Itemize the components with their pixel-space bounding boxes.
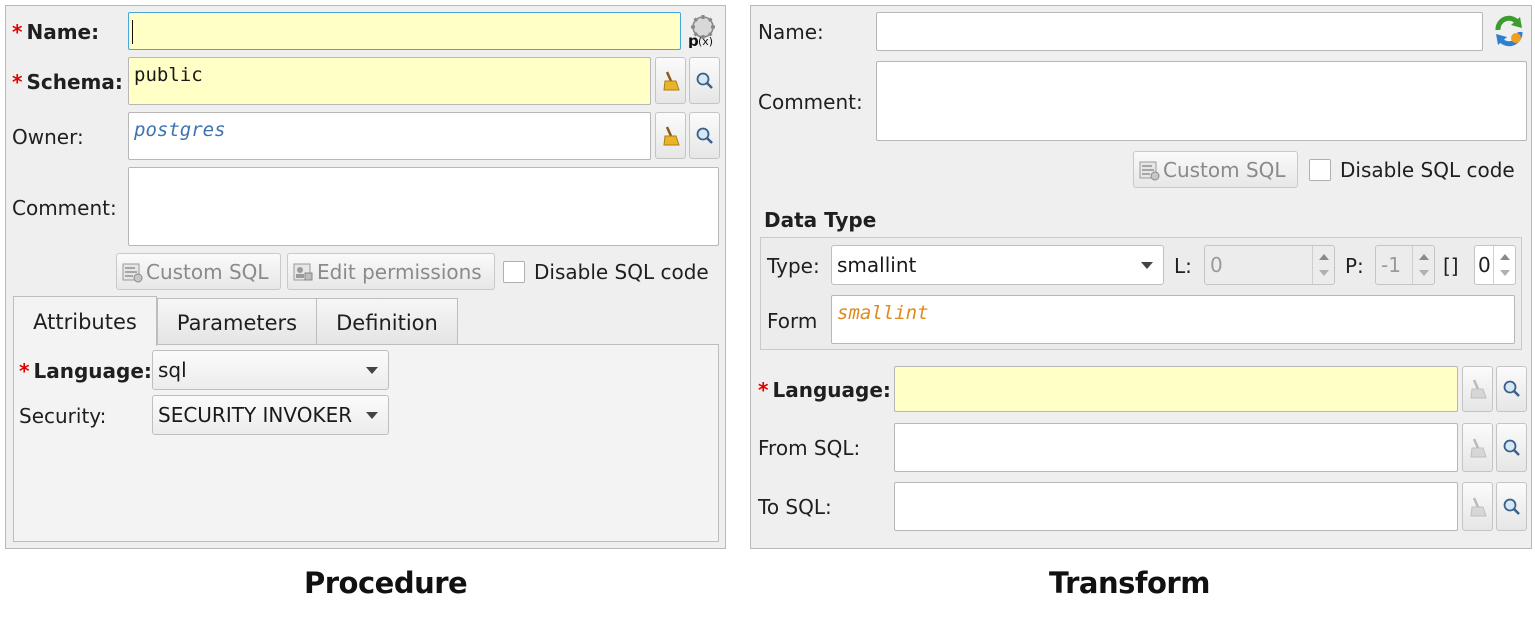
permissions-icon [293,263,313,280]
parameter-generator-icon[interactable]: p (x) [686,14,720,50]
data-type-group: Type: smallint L: 0 P: -1 [] 0 Form smal… [760,237,1522,350]
spin-up-icon[interactable] [1500,254,1510,260]
dimension-label: [] [1443,254,1459,278]
magnifier-icon [696,127,713,144]
select-owner-button[interactable] [689,112,720,159]
clear-language-button[interactable] [1462,366,1493,412]
edit-permissions-button[interactable]: Edit permissions [287,253,495,290]
broom-icon [1469,496,1487,516]
spin-down-icon[interactable] [1500,270,1510,276]
schema-input[interactable]: public [128,57,651,105]
clear-to-sql-button[interactable] [1462,482,1493,531]
custom-sql-button[interactable]: Custom SQL [1133,151,1298,188]
length-spinbox[interactable]: 0 [1204,245,1335,285]
security-label: Security: [19,404,107,428]
broom-icon [1469,379,1487,399]
chevron-down-icon [366,367,378,374]
text-cursor [132,20,133,44]
transform-form-panel: Name: Comment: Custom SQL Disable SQL co… [750,5,1532,549]
type-label: Type: [767,254,820,278]
spin-up-icon[interactable] [1319,254,1329,260]
type-select[interactable]: smallint [831,245,1164,285]
tab-parameters[interactable]: Parameters [157,298,317,346]
sync-arrows-icon[interactable] [1492,14,1526,48]
disable-sql-checkbox[interactable] [503,261,525,283]
to-sql-label: To SQL: [758,495,832,519]
length-label: L: [1174,254,1192,278]
spin-down-icon[interactable] [1319,270,1329,276]
select-schema-button[interactable] [689,57,720,104]
comment-textarea[interactable] [876,61,1527,141]
broom-icon [662,125,680,145]
disable-sql-label[interactable]: Disable SQL code [1340,158,1515,182]
select-from-sql-button[interactable] [1496,423,1527,472]
chevron-down-icon [1141,262,1153,269]
broom-icon [1469,437,1487,457]
sql-code-icon [122,263,143,282]
comment-label: Comment: [758,90,863,114]
name-input[interactable] [128,12,681,50]
disable-sql-label[interactable]: Disable SQL code [534,260,709,284]
name-label: Name: [758,20,824,44]
precision-label: P: [1345,254,1364,278]
attributes-tab-pane: * Language: sql Security: SECURITY INVOKE… [13,344,719,542]
spin-up-icon[interactable] [1419,254,1429,260]
tab-attributes[interactable]: Attributes [13,296,157,346]
magnifier-icon [1503,439,1520,456]
disable-sql-checkbox[interactable] [1309,159,1331,181]
name-label: * Name: [12,20,100,44]
to-sql-input[interactable] [894,482,1458,531]
magnifier-icon [1503,498,1520,515]
spin-down-icon[interactable] [1419,270,1429,276]
select-to-sql-button[interactable] [1496,482,1527,531]
sql-code-icon [1139,161,1160,180]
precision-spinbox[interactable]: -1 [1375,245,1435,285]
magnifier-icon [696,72,713,89]
select-language-button[interactable] [1496,366,1527,412]
svg-text:(x): (x) [698,35,713,48]
clear-from-sql-button[interactable] [1462,423,1493,472]
format-display: smallint [831,295,1515,344]
language-input[interactable] [894,366,1458,412]
clear-owner-button[interactable] [655,112,686,159]
owner-input[interactable]: postgres [128,112,651,160]
custom-sql-button[interactable]: Custom SQL [116,253,281,290]
language-label: * Language: [758,378,891,402]
comment-textarea[interactable] [128,167,719,246]
language-label: * Language: [19,359,152,383]
schema-label: * Schema: [12,70,123,94]
chevron-down-icon [366,412,378,419]
transform-caption: Transform [1049,566,1210,600]
data-type-title: Data Type [764,208,877,232]
name-input[interactable] [876,12,1483,51]
broom-icon [662,70,680,90]
from-sql-input[interactable] [894,423,1458,472]
magnifier-icon [1503,380,1520,397]
procedure-caption: Procedure [304,566,468,600]
owner-label: Owner: [12,125,84,149]
security-select[interactable]: SECURITY INVOKER [152,395,389,435]
language-select[interactable]: sql [152,350,389,390]
from-sql-label: From SQL: [758,436,861,460]
comment-label: Comment: [12,196,117,220]
format-label: Form [767,309,818,333]
clear-schema-button[interactable] [655,57,686,104]
dimension-spinbox[interactable]: 0 [1474,245,1516,285]
tab-definition[interactable]: Definition [316,298,458,346]
procedure-form-panel: * Name: p (x) * Schema: public Owner: post… [5,5,726,549]
